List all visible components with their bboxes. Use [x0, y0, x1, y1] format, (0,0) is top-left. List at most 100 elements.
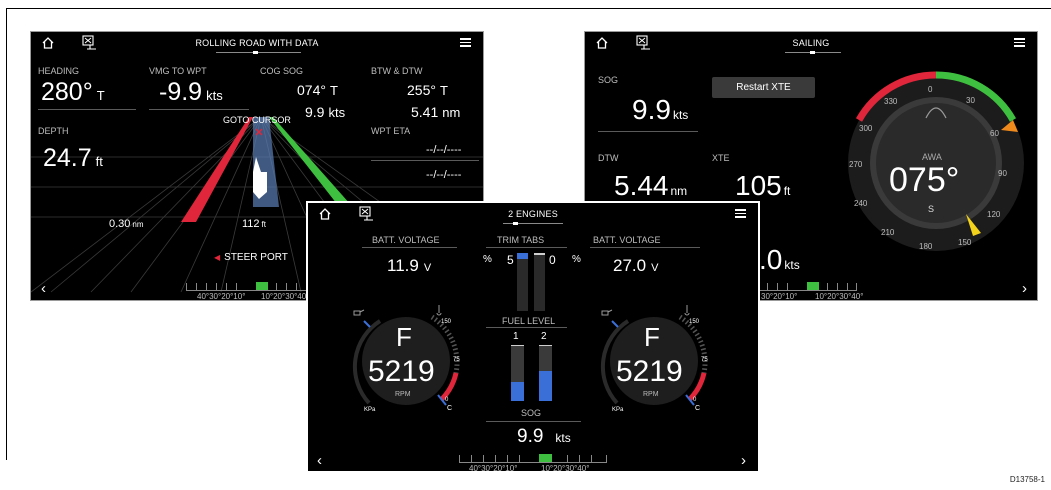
figure-code: D13758-1: [1009, 475, 1045, 484]
engine-right-temp-0: 0: [693, 397, 697, 403]
cog-sog-label: COG SOG: [260, 66, 304, 76]
depth-value: 24.7 ft: [43, 144, 103, 172]
title-underline: [216, 52, 301, 53]
fuel-level-label: FUEL LEVEL: [502, 316, 556, 326]
thermometer-icon: [684, 305, 690, 316]
xte-scale-left: 40°30°20°10°: [197, 292, 246, 301]
dial-tick-240: 240: [854, 199, 868, 208]
xte-scale-right: 10°20°30°40°: [541, 464, 590, 473]
depth-label: DEPTH: [38, 126, 69, 136]
engine-right-gear: F: [644, 322, 660, 352]
dial-tick-270: 270: [849, 160, 863, 169]
fuel-separator: [486, 327, 567, 328]
tank1-label: 1: [513, 331, 519, 342]
sog-value: 9.9 kts: [305, 104, 346, 120]
fuel-tank-1-gauge: [511, 345, 524, 401]
trim-left-value: 5: [507, 253, 514, 267]
page-title: SAILING: [792, 38, 830, 48]
awa-side: S: [928, 204, 935, 214]
rolling-road-header: ROLLING ROAD WITH DATA: [31, 32, 483, 54]
btw-value: 255° T: [407, 82, 448, 98]
prev-page-button[interactable]: ‹: [317, 452, 322, 469]
heading-label: HEADING: [38, 66, 80, 76]
vmg-label: VMG TO WPT: [149, 66, 207, 76]
menu-icon[interactable]: [460, 38, 471, 47]
center-distance: 112 ft: [242, 218, 266, 230]
sog-separator: [598, 131, 698, 132]
dial-tick-300: 300: [859, 124, 873, 133]
batt-left-label: BATT. VOLTAGE: [372, 235, 440, 245]
frame-line-top: [6, 8, 1051, 9]
sog-separator: [486, 421, 581, 422]
engine-right-temp-150: 150: [689, 319, 700, 325]
dial-tick-150: 150: [958, 238, 972, 247]
thermometer-icon: [436, 305, 442, 316]
trim-pct-right: %: [572, 254, 581, 265]
dtw-value: 5.41 nm: [411, 104, 461, 120]
engine-left-temp-75: 75: [453, 357, 460, 363]
trim-tabs-label: TRIM TABS: [497, 235, 545, 245]
batt-left-separator: [362, 247, 457, 248]
dial-tick-210: 210: [881, 228, 895, 237]
dial-tick-60: 60: [990, 129, 999, 138]
next-page-button[interactable]: ›: [1022, 280, 1027, 297]
btw-dtw-label: BTW & DTW: [371, 66, 423, 76]
trim-tab-right-bar: [534, 253, 545, 311]
sog-value: 9.9 kts: [632, 94, 689, 125]
xte-value: 105 ft: [735, 170, 791, 201]
heading-separator: [38, 109, 136, 110]
title-underline: [503, 223, 563, 224]
batt-right-value: 27.0 V: [613, 256, 659, 275]
goto-cursor-label: GOTO CURSOR: [223, 115, 291, 125]
next-page-button[interactable]: ›: [741, 452, 746, 469]
sog-value: 9.9 kts: [517, 426, 571, 447]
steer-instruction: ◀ STEER PORT: [214, 252, 288, 263]
prev-page-button[interactable]: ‹: [41, 280, 46, 297]
xte-scale-bar: [757, 281, 857, 291]
xte-scale-right: 10°20°30°40°: [815, 292, 864, 301]
cog-value: 074° T: [297, 82, 338, 98]
engine-right-rpm-label: RPM: [643, 391, 659, 398]
wpt-eta-line1: --/--/----: [426, 144, 462, 156]
sailing-header: SAILING: [585, 32, 1037, 54]
restart-xte-button[interactable]: Restart XTE: [712, 77, 815, 98]
menu-icon[interactable]: [1014, 38, 1025, 47]
wpt-eta-line2: --/--/----: [426, 169, 462, 181]
xte-scale-bar: [459, 453, 607, 463]
engine-right-temp-unit: C: [695, 405, 701, 412]
partial-speed-value: .0 kts: [759, 244, 800, 275]
page-indicator: [253, 51, 258, 54]
xte-label: XTE: [712, 153, 730, 163]
xte-scale-left: 40°30°20°10°: [469, 464, 518, 473]
batt-left-value: 11.9 V: [387, 256, 432, 275]
dial-tick-90: 90: [998, 169, 1007, 178]
engines-header: 2 ENGINES: [308, 203, 758, 225]
trim-right-value: 0: [549, 253, 556, 267]
fuel-pump-icon: [353, 309, 365, 316]
engine-left-rpm-label: RPM: [395, 391, 411, 398]
menu-icon[interactable]: [735, 209, 746, 218]
page-title: 2 ENGINES: [508, 209, 558, 219]
vmg-separator: [149, 109, 249, 110]
vmg-value: -9.9 kts: [159, 78, 223, 106]
engine-right-rpm: 5219: [616, 355, 683, 388]
engine-left-temp-unit: C: [447, 405, 453, 412]
xte-scale-right: 10°20°30°40°: [261, 292, 310, 301]
engine-left-temp-0: 0: [445, 397, 449, 403]
engine-right-temp-75: 75: [701, 357, 708, 363]
tank2-label: 2: [541, 331, 547, 342]
batt-right-label: BATT. VOLTAGE: [593, 235, 661, 245]
frame-line-left: [6, 8, 7, 460]
dial-tick-30: 30: [966, 96, 975, 105]
left-distance: 0.30 nm: [109, 218, 144, 230]
dial-tick-120: 120: [987, 210, 1001, 219]
steer-port-icon: ◀: [214, 253, 221, 262]
engine-left-gear: F: [396, 322, 412, 352]
dtw-value: 5.44 nm: [614, 170, 688, 201]
engine-left-rpm: 5219: [368, 355, 435, 388]
dial-tick-180: 180: [919, 242, 933, 251]
xte-scale-left: 30°20°10°: [761, 292, 798, 301]
engine-left-temp-150: 150: [441, 319, 452, 325]
engine-right-kpa: KPa: [612, 407, 624, 413]
dtw-label: DTW: [598, 153, 619, 163]
